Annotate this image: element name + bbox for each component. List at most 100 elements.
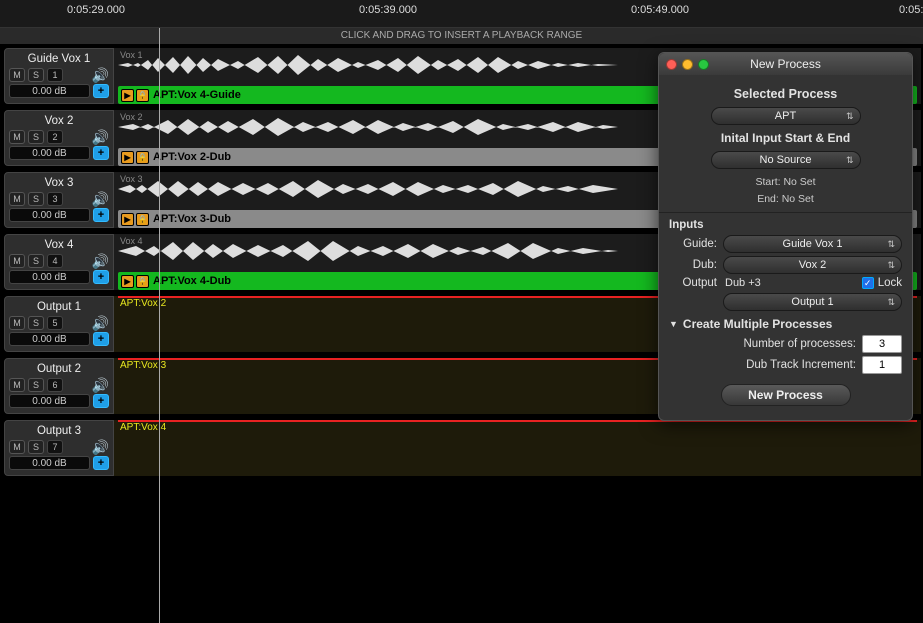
add-button[interactable]: + (93, 146, 109, 160)
multiple-processes-disclosure[interactable]: ▼Create Multiple Processes (669, 317, 902, 331)
solo-button[interactable]: S (28, 440, 44, 454)
play-icon[interactable]: ▶ (121, 89, 134, 102)
track-title: Guide Vox 1 (9, 52, 109, 66)
add-button[interactable]: + (93, 84, 109, 98)
ruler-tick: 0:05:59.000 (899, 4, 923, 16)
initial-input-heading: Inital Input Start & End (669, 131, 902, 145)
gain-value[interactable]: 0.00 dB (9, 270, 90, 284)
output-heading: Output (669, 277, 717, 289)
clip-label: APT:Vox 3-Dub (153, 213, 231, 225)
volume-icon[interactable]: 🔊 (92, 378, 109, 392)
output-clip-label: APT:Vox 3 (120, 360, 166, 371)
mute-button[interactable]: M (9, 192, 25, 206)
waveform (118, 176, 618, 202)
gain-value[interactable]: 0.00 dB (9, 84, 90, 98)
solo-button[interactable]: S (28, 254, 44, 268)
track-title: Output 3 (9, 424, 109, 438)
volume-icon[interactable]: 🔊 (92, 130, 109, 144)
mute-button[interactable]: M (9, 440, 25, 454)
num-processes-field[interactable] (862, 335, 902, 353)
track-title: Vox 4 (9, 238, 109, 252)
waveform (118, 52, 618, 78)
ruler-tick: 0:05:39.000 (359, 4, 417, 16)
source-select[interactable]: No Source⇅ (711, 151, 861, 169)
gain-value[interactable]: 0.00 dB (9, 332, 90, 346)
track-header: Output 2 M S 6 🔊 0.00 dB + (4, 358, 114, 414)
new-process-button[interactable]: New Process (721, 384, 851, 406)
waveform (118, 114, 618, 140)
mute-button[interactable]: M (9, 68, 25, 82)
track-header: Vox 4 M S 4 🔊 0.00 dB + (4, 234, 114, 290)
separator (659, 212, 912, 213)
channel-number: 7 (47, 440, 63, 454)
chevron-updown-icon: ⇅ (846, 111, 854, 122)
lock-icon[interactable]: 🔒 (136, 275, 149, 288)
triangle-down-icon: ▼ (669, 319, 678, 329)
track-title: Output 1 (9, 300, 109, 314)
track-title: Output 2 (9, 362, 109, 376)
hint-bar: CLICK AND DRAG TO INSERT A PLAYBACK RANG… (0, 28, 923, 44)
panel-title: New Process (659, 57, 912, 71)
mute-button[interactable]: M (9, 254, 25, 268)
mute-button[interactable]: M (9, 378, 25, 392)
volume-icon[interactable]: 🔊 (92, 254, 109, 268)
add-button[interactable]: + (93, 332, 109, 346)
solo-button[interactable]: S (28, 378, 44, 392)
volume-icon[interactable]: 🔊 (92, 316, 109, 330)
mute-button[interactable]: M (9, 316, 25, 330)
channel-number: 4 (47, 254, 63, 268)
add-button[interactable]: + (93, 394, 109, 408)
lock-icon[interactable]: 🔒 (136, 89, 149, 102)
guide-select[interactable]: Guide Vox 1⇅ (723, 235, 902, 253)
new-process-panel: New Process Selected Process APT⇅ Inital… (658, 52, 913, 421)
solo-button[interactable]: S (28, 68, 44, 82)
guide-label: Guide: (669, 238, 717, 250)
solo-button[interactable]: S (28, 192, 44, 206)
ruler-tick: 0:05:49.000 (631, 4, 689, 16)
channel-number: 1 (47, 68, 63, 82)
track-title: Vox 2 (9, 114, 109, 128)
chevron-updown-icon: ⇅ (846, 155, 854, 166)
timeline-ruler[interactable]: 0:05:29.000 0:05:39.000 0:05:49.000 0:05… (0, 0, 923, 28)
track-title: Vox 3 (9, 176, 109, 190)
play-icon[interactable]: ▶ (121, 151, 134, 164)
track-header: Vox 3 M S 3 🔊 0.00 dB + (4, 172, 114, 228)
lock-icon[interactable]: 🔒 (136, 213, 149, 226)
volume-icon[interactable]: 🔊 (92, 68, 109, 82)
channel-number: 6 (47, 378, 63, 392)
volume-icon[interactable]: 🔊 (92, 192, 109, 206)
start-value: Start: No Set (669, 175, 902, 190)
volume-icon[interactable]: 🔊 (92, 440, 109, 454)
num-processes-label: Number of processes: (744, 338, 857, 350)
solo-button[interactable]: S (28, 130, 44, 144)
gain-value[interactable]: 0.00 dB (9, 394, 90, 408)
track-lane[interactable]: APT:Vox 4 (114, 420, 921, 476)
dub-offset: Dub +3 (721, 277, 858, 289)
panel-titlebar[interactable]: New Process (659, 53, 912, 75)
lock-checkbox[interactable]: ✓ (862, 277, 874, 289)
clip-label: APT:Vox 4-Dub (153, 275, 231, 287)
dub-increment-field[interactable] (862, 356, 902, 374)
process-select[interactable]: APT⇅ (711, 107, 861, 125)
channel-number: 5 (47, 316, 63, 330)
gain-value[interactable]: 0.00 dB (9, 456, 90, 470)
waveform (118, 238, 618, 264)
play-icon[interactable]: ▶ (121, 213, 134, 226)
lock-icon[interactable]: 🔒 (136, 151, 149, 164)
mute-button[interactable]: M (9, 130, 25, 144)
channel-number: 3 (47, 192, 63, 206)
solo-button[interactable]: S (28, 316, 44, 330)
add-button[interactable]: + (93, 456, 109, 470)
gain-value[interactable]: 0.00 dB (9, 146, 90, 160)
output-select[interactable]: Output 1⇅ (723, 293, 902, 311)
add-button[interactable]: + (93, 270, 109, 284)
add-button[interactable]: + (93, 208, 109, 222)
selected-process-heading: Selected Process (669, 87, 902, 101)
dub-select[interactable]: Vox 2⇅ (723, 256, 902, 274)
end-value: End: No Set (669, 192, 902, 207)
inputs-heading: Inputs (669, 219, 902, 231)
output-clip-label: APT:Vox 4 (120, 422, 166, 433)
track-header: Vox 2 M S 2 🔊 0.00 dB + (4, 110, 114, 166)
play-icon[interactable]: ▶ (121, 275, 134, 288)
gain-value[interactable]: 0.00 dB (9, 208, 90, 222)
